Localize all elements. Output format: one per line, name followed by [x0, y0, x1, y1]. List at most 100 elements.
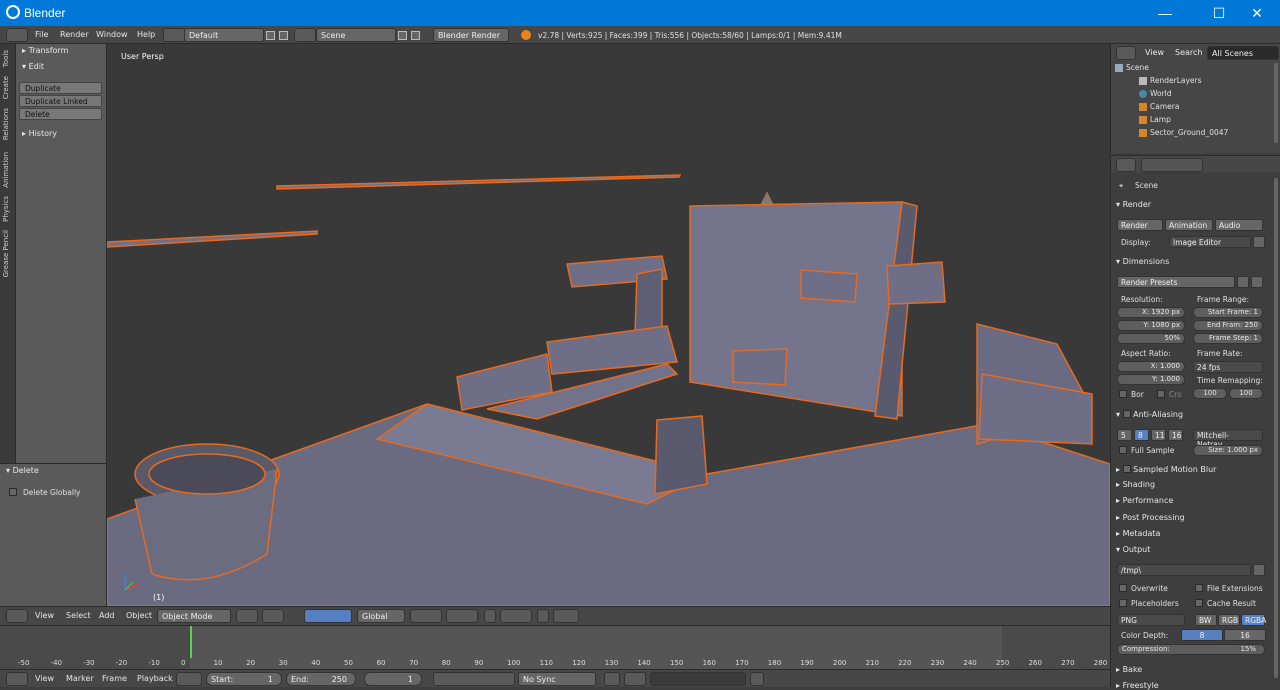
end-frame-prop-field[interactable]: End Fram: 250 [1193, 320, 1263, 331]
post-processing-header[interactable]: ▸ Post Processing [1116, 513, 1274, 522]
3d-viewport[interactable]: User Persp (1) [107, 44, 1110, 606]
depth-8-button[interactable]: 8 [1181, 629, 1223, 641]
outliner-row-renderlayers[interactable]: RenderLayers [1139, 76, 1280, 89]
aspect-y-field[interactable]: Y: 1.000 [1117, 374, 1185, 385]
overwrite-checkbox[interactable] [1119, 584, 1127, 592]
pivot-icon[interactable] [262, 609, 284, 623]
file-format-select[interactable]: PNG [1117, 614, 1185, 626]
playback-controls[interactable] [433, 672, 515, 686]
mode-select[interactable]: Object Mode [157, 609, 231, 623]
duplicate-button[interactable]: Duplicate [19, 82, 102, 94]
keyframe-icon[interactable] [624, 672, 646, 686]
vp-menu-select[interactable]: Select [66, 611, 91, 620]
preset-remove-icon[interactable] [1251, 276, 1263, 288]
vp-menu-object[interactable]: Object [126, 611, 152, 620]
properties-scrollbar[interactable] [1274, 178, 1278, 678]
tab-animation[interactable]: Animation [2, 152, 10, 188]
frame-step-field[interactable]: Frame Step: 1 [1193, 333, 1263, 344]
remap-old-field[interactable]: 100 [1193, 388, 1227, 399]
tab-physics[interactable]: Physics [2, 196, 10, 222]
shading-header[interactable]: ▸ Shading [1116, 480, 1274, 489]
anti-aliasing-panel-header[interactable]: ▾ Anti-Aliasing [1116, 409, 1274, 419]
close-button[interactable]: ✕ [1234, 0, 1280, 26]
outliner-scrollbar[interactable] [1274, 63, 1278, 143]
scene-remove-icon[interactable] [411, 31, 420, 40]
bake-header[interactable]: ▸ Bake [1116, 665, 1274, 674]
motion-blur-checkbox[interactable] [1122, 465, 1131, 473]
delete-button[interactable]: Delete [19, 108, 102, 120]
history-panel-header[interactable]: ▸ History [22, 129, 57, 138]
shading-icon[interactable] [236, 609, 258, 623]
display-toggle-icon[interactable] [1253, 236, 1265, 248]
outliner-row-world[interactable]: World [1139, 89, 1280, 102]
color-rgb-button[interactable]: RGB [1218, 614, 1240, 626]
outliner-menu-search[interactable]: Search [1175, 48, 1202, 57]
viewport-editor-icon[interactable] [6, 609, 28, 623]
performance-header[interactable]: ▸ Performance [1116, 496, 1274, 505]
record-icon[interactable] [604, 672, 620, 686]
layers-grid-2[interactable] [446, 609, 478, 623]
aa-filter-select[interactable]: Mitchell-Netrav... [1193, 429, 1263, 449]
output-panel-header[interactable]: ▾ Output [1116, 545, 1274, 554]
timeline-editor-icon[interactable] [6, 672, 28, 686]
tab-relations[interactable]: Relations [2, 108, 10, 140]
resolution-percent-field[interactable]: 50% [1117, 333, 1185, 344]
outliner-row-scene[interactable]: Scene [1115, 63, 1277, 76]
minimize-button[interactable]: — [1142, 0, 1188, 26]
vp-menu-view[interactable]: View [35, 611, 54, 620]
current-frame-field[interactable]: 1 [364, 672, 422, 686]
color-bw-button[interactable]: BW [1195, 614, 1217, 626]
menu-window[interactable]: Window [96, 30, 128, 39]
layers-grid-1[interactable] [410, 609, 442, 623]
keying-set-field[interactable] [650, 672, 746, 686]
editor-type-icon[interactable] [6, 28, 28, 42]
aa-sample-8[interactable]: 8 [1134, 429, 1149, 441]
remap-new-field[interactable]: 100 [1229, 388, 1263, 399]
sampled-motion-blur-header[interactable]: ▸ Sampled Motion Blur [1116, 464, 1274, 474]
lock-layers-icon[interactable] [484, 609, 496, 623]
render-panel-header[interactable]: ▾ Render [1116, 200, 1274, 209]
aa-size-field[interactable]: Size: 1.000 px [1193, 445, 1263, 456]
layout-icon[interactable] [163, 28, 185, 42]
animation-button[interactable]: Animation [1165, 219, 1213, 231]
snap-icon[interactable] [537, 609, 549, 623]
preset-add-icon[interactable] [1237, 276, 1249, 288]
menu-help[interactable]: Help [137, 30, 155, 39]
preview-range-icon[interactable] [176, 672, 202, 686]
full-sample-checkbox[interactable] [1119, 446, 1127, 454]
current-frame-marker[interactable] [190, 626, 192, 658]
render-presets-select[interactable]: Render Presets [1117, 276, 1235, 288]
aa-sample-16[interactable]: 16 [1168, 429, 1183, 441]
transform-panel-header[interactable]: ▸ Transform [22, 46, 68, 55]
scene-add-icon[interactable] [398, 31, 407, 40]
scene-select[interactable]: Scene [316, 28, 396, 42]
start-frame-prop-field[interactable]: Start Frame: 1 [1193, 307, 1263, 318]
color-rgba-button[interactable]: RGBA [1241, 614, 1266, 626]
aa-sample-5[interactable]: 5 [1117, 429, 1132, 441]
tl-menu-marker[interactable]: Marker [66, 674, 94, 683]
insert-key-icon[interactable] [750, 672, 764, 686]
duplicate-linked-button[interactable]: Duplicate Linked [19, 95, 102, 107]
tab-create[interactable]: Create [2, 76, 10, 99]
dimensions-panel-header[interactable]: ▾ Dimensions [1116, 257, 1274, 266]
crop-checkbox[interactable] [1157, 390, 1165, 398]
freestyle-header[interactable]: ▸ Freestyle [1116, 681, 1274, 690]
placeholders-checkbox[interactable] [1119, 599, 1127, 607]
tl-menu-playback[interactable]: Playback [137, 674, 173, 683]
proportional-edit-icon[interactable] [500, 609, 532, 623]
orientation-select[interactable]: Global [357, 609, 405, 623]
frame-rate-select[interactable]: 24 fps [1193, 361, 1263, 373]
layout-select[interactable]: Default [184, 28, 264, 42]
metadata-header[interactable]: ▸ Metadata [1116, 529, 1274, 538]
tab-tools[interactable]: Tools [2, 50, 10, 67]
layout-remove-icon[interactable] [279, 31, 288, 40]
audio-button[interactable]: Audio [1215, 219, 1263, 231]
outliner-editor-icon[interactable] [1116, 46, 1136, 60]
aa-sample-11[interactable]: 11 [1151, 429, 1166, 441]
layout-add-icon[interactable] [266, 31, 275, 40]
menu-render[interactable]: Render [60, 30, 88, 39]
resolution-y-field[interactable]: Y: 1080 px [1117, 320, 1185, 331]
edit-panel-header[interactable]: ▾ Edit [22, 62, 44, 71]
render-preview-icon[interactable] [553, 609, 579, 623]
tl-menu-frame[interactable]: Frame [102, 674, 127, 683]
